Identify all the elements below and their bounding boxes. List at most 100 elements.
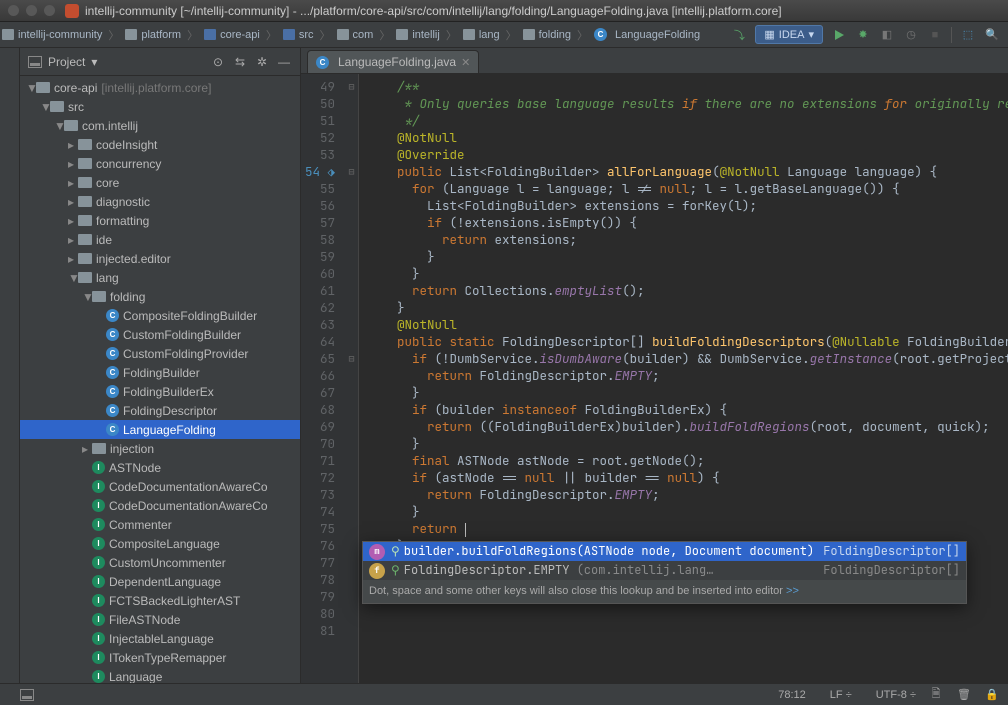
select-opened-file-icon[interactable]: ⊙	[210, 54, 226, 70]
tree-class-FoldingBuilderEx[interactable]: CFoldingBuilderEx	[20, 382, 300, 401]
folder-icon	[396, 29, 408, 40]
class-icon: C	[106, 404, 119, 417]
tree-interface-Commenter[interactable]: ICommenter	[20, 515, 300, 534]
class-icon: C	[594, 28, 607, 41]
cursor-position[interactable]: 78:12	[778, 689, 806, 701]
tree-folder-core[interactable]: ▸core	[20, 173, 300, 192]
expand-all-icon[interactable]: ⇆	[232, 54, 248, 70]
tree-interface-DependentLanguage[interactable]: IDependentLanguage	[20, 572, 300, 591]
code-completion-popup[interactable]: m⚲builder.buildFoldRegions(ASTNode node,…	[362, 541, 967, 604]
class-icon: C	[106, 309, 119, 322]
close-window[interactable]	[8, 5, 19, 16]
folder-icon	[92, 291, 106, 302]
window-controls[interactable]	[8, 5, 55, 16]
project-view-label[interactable]: Project	[48, 55, 85, 69]
class-icon: C	[316, 56, 329, 69]
interface-icon: I	[92, 537, 105, 550]
tree-folder-injected.editor[interactable]: ▸injected.editor	[20, 249, 300, 268]
completion-item[interactable]: m⚲builder.buildFoldRegions(ASTNode node,…	[363, 542, 966, 561]
inspections-icon[interactable]: 🗎	[928, 687, 944, 703]
tree-interface-ITokenTypeRemapper[interactable]: IITokenTypeRemapper	[20, 648, 300, 667]
completion-tip-link[interactable]: >>	[786, 585, 799, 597]
breadcrumb-folding[interactable]: folding〉	[521, 27, 592, 43]
tree-class-CustomFoldingBuilder[interactable]: CCustomFoldingBuilder	[20, 325, 300, 344]
tree-class-CompositeFoldingBuilder[interactable]: CCompositeFoldingBuilder	[20, 306, 300, 325]
interface-icon: I	[92, 575, 105, 588]
tree-class-FoldingDescriptor[interactable]: CFoldingDescriptor	[20, 401, 300, 420]
profile-button[interactable]: ◷	[903, 27, 919, 43]
close-tab-icon[interactable]: ✕	[461, 56, 470, 69]
folder-icon	[64, 120, 78, 131]
tree-folder-codeInsight[interactable]: ▸codeInsight	[20, 135, 300, 154]
folding-gutter[interactable]: ⊟⊟⊟	[345, 74, 359, 683]
memory-icon[interactable]: 🗑	[956, 687, 972, 703]
update-button[interactable]: ⬚	[960, 27, 976, 43]
tree-interface-CompositeLanguage[interactable]: ICompositeLanguage	[20, 534, 300, 553]
class-icon: C	[106, 347, 119, 360]
settings-icon[interactable]: ✲	[254, 54, 270, 70]
zoom-window[interactable]	[44, 5, 55, 16]
run-button[interactable]	[831, 27, 847, 43]
lock-icon[interactable]: 🔒	[984, 687, 1000, 703]
breadcrumb-core-api[interactable]: core-api〉	[202, 27, 281, 43]
breadcrumb-intellij[interactable]: intellij〉	[394, 27, 461, 43]
tree-interface-Language[interactable]: ILanguage	[20, 667, 300, 683]
tree-interface-InjectableLanguage[interactable]: IInjectableLanguage	[20, 629, 300, 648]
tree-module[interactable]: ▼core-api[intellij.platform.core]	[20, 78, 300, 97]
tree-folder-injection[interactable]: ▸injection	[20, 439, 300, 458]
chevron-down-icon[interactable]: ▾	[91, 55, 97, 69]
tree-interface-FCTSBackedLighterAST[interactable]: IFCTSBackedLighterAST	[20, 591, 300, 610]
tree-class-CustomFoldingProvider[interactable]: CCustomFoldingProvider	[20, 344, 300, 363]
code-editor[interactable]: 495051525354 ⬗55565758596061626364656667…	[301, 74, 1008, 683]
completion-kind-icon: f	[369, 563, 385, 579]
tree-folder-lang[interactable]: ▼lang	[20, 268, 300, 287]
lambda-icon: ⚲	[391, 562, 400, 579]
breadcrumb-src[interactable]: src〉	[281, 27, 335, 43]
search-button[interactable]: 🔍	[984, 27, 1000, 43]
breadcrumb-platform[interactable]: platform〉	[123, 27, 202, 43]
tree-interface-FileASTNode[interactable]: IFileASTNode	[20, 610, 300, 629]
folder-icon	[50, 101, 64, 112]
breadcrumb-lang[interactable]: lang〉	[461, 27, 521, 43]
folder-icon	[283, 29, 295, 40]
tree-interface-CodeDocumentationAwareCo[interactable]: ICodeDocumentationAwareCo	[20, 477, 300, 496]
minimize-window[interactable]	[26, 5, 37, 16]
file-encoding[interactable]: UTF-8 ÷	[864, 689, 916, 701]
coverage-button[interactable]: ◧	[879, 27, 895, 43]
tree-interface-CodeDocumentationAwareCo[interactable]: ICodeDocumentationAwareCo	[20, 496, 300, 515]
interface-icon: I	[92, 518, 105, 531]
tree-src[interactable]: ▼src	[20, 97, 300, 116]
tree-folder-ide[interactable]: ▸ide	[20, 230, 300, 249]
tree-class-FoldingBuilder[interactable]: CFoldingBuilder	[20, 363, 300, 382]
breadcrumb-languagefolding[interactable]: CLanguageFolding	[592, 28, 702, 41]
tree-class-LanguageFolding[interactable]: CLanguageFolding	[20, 420, 300, 439]
interface-icon: I	[92, 594, 105, 607]
folder-icon	[36, 82, 50, 93]
tree-package[interactable]: ▼com.intellij	[20, 116, 300, 135]
breadcrumb-com[interactable]: com〉	[335, 27, 395, 43]
debug-button[interactable]: ✸	[855, 27, 871, 43]
tree-folder-diagnostic[interactable]: ▸diagnostic	[20, 192, 300, 211]
completion-item[interactable]: f⚲FoldingDescriptor.EMPTY (com.intellij.…	[363, 561, 966, 580]
tree-interface-CustomUncommenter[interactable]: ICustomUncommenter	[20, 553, 300, 572]
tree-folder-formatting[interactable]: ▸formatting	[20, 211, 300, 230]
build-icon[interactable]: ⤵	[731, 27, 747, 43]
folder-icon	[125, 29, 137, 40]
tool-windows-toggle[interactable]	[20, 689, 34, 701]
tree-interface-ASTNode[interactable]: IASTNode	[20, 458, 300, 477]
tree-folder-concurrency[interactable]: ▸concurrency	[20, 154, 300, 173]
run-configuration-selector[interactable]: ▦ IDEA ▾	[755, 25, 823, 44]
interface-icon: I	[92, 499, 105, 512]
hide-icon[interactable]: —	[276, 54, 292, 70]
tree-folder-folding[interactable]: ▼folding	[20, 287, 300, 306]
stop-button[interactable]: ■	[927, 27, 943, 43]
folder-icon	[78, 215, 92, 226]
breadcrumb-intellij-community[interactable]: intellij-community〉	[0, 27, 123, 43]
editor-tab[interactable]: C LanguageFolding.java ✕	[307, 50, 479, 73]
run-config-label: IDEA	[779, 29, 805, 41]
completion-kind-icon: m	[369, 544, 385, 560]
tool-window-strip-left[interactable]	[0, 48, 20, 683]
editor-pane: C LanguageFolding.java ✕ 495051525354 ⬗5…	[301, 48, 1008, 683]
line-separator[interactable]: LF ÷	[818, 689, 852, 701]
line-number-gutter[interactable]: 495051525354 ⬗55565758596061626364656667…	[301, 74, 345, 683]
